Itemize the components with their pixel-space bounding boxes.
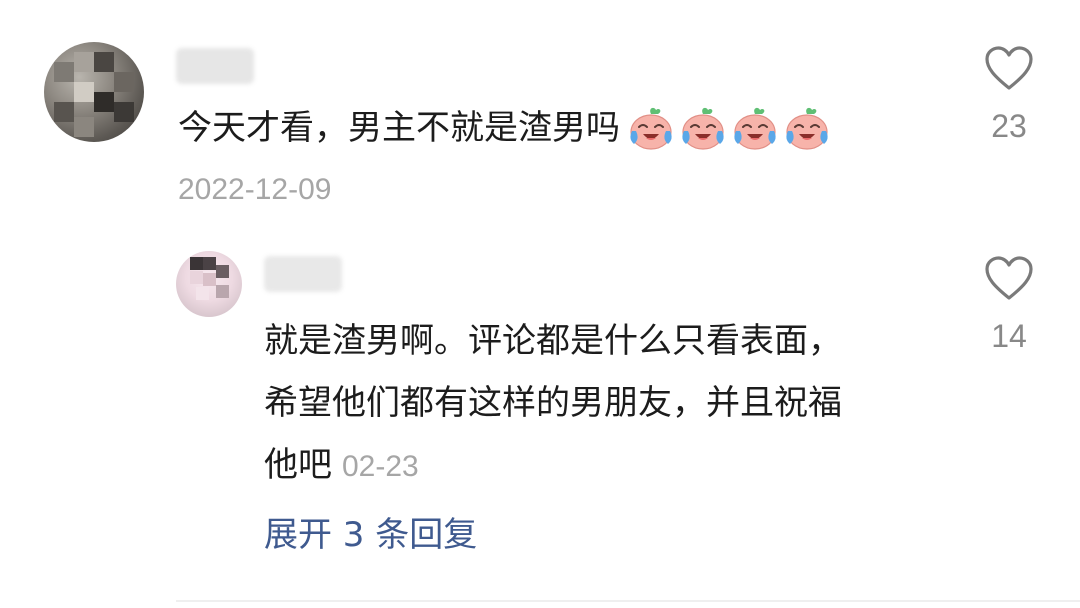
username-blurred[interactable] xyxy=(264,256,342,292)
avatar-pixel xyxy=(114,72,134,92)
avatar[interactable] xyxy=(176,251,242,317)
avatar[interactable] xyxy=(44,42,144,142)
crying-laughing-face-icon xyxy=(682,107,724,150)
heart-outline-icon[interactable] xyxy=(984,46,1034,92)
comment-date: 2022-12-09 xyxy=(178,173,332,206)
reply-line: 希望他们都有这样的男朋友，并且祝福 xyxy=(264,383,842,423)
avatar-pixel xyxy=(54,62,74,82)
reply-line: 就是渣男啊。评论都是什么只看表面， xyxy=(264,321,842,361)
like-count: 14 xyxy=(991,318,1027,354)
username-blurred[interactable] xyxy=(176,48,254,84)
heart-outline-icon[interactable] xyxy=(984,256,1034,302)
expand-replies-link[interactable]: 展开 3 条回复 xyxy=(264,512,477,558)
like-count: 23 xyxy=(991,108,1027,144)
avatar-pixel xyxy=(74,82,94,102)
crying-laughing-face-icon xyxy=(786,107,828,150)
avatar-pixel xyxy=(216,285,229,298)
avatar-pixel xyxy=(216,265,229,278)
avatar-pixel xyxy=(203,257,216,270)
reply-date: 02-23 xyxy=(342,450,419,483)
comment-body: 今天才看，男主不就是渣男吗 xyxy=(178,103,832,153)
avatar-pixel xyxy=(190,271,203,284)
avatar-pixel xyxy=(94,52,114,72)
avatar-pixel xyxy=(203,273,216,286)
avatar-pixel xyxy=(190,257,203,270)
crying-laughing-face-icon xyxy=(734,107,776,150)
reply-body: 就是渣男啊。评论都是什么只看表面， 希望他们都有这样的男朋友，并且祝福 他吧 02… xyxy=(264,310,944,498)
avatar-pixel xyxy=(54,102,74,122)
avatar-pixel xyxy=(114,102,134,122)
emoji-row xyxy=(624,105,832,151)
avatar-pixel xyxy=(74,52,94,72)
divider xyxy=(176,600,1080,602)
comment-text: 今天才看，男主不就是渣男吗 xyxy=(178,108,620,148)
crying-laughing-face-icon xyxy=(630,107,672,150)
reply-line-text: 他吧 xyxy=(264,445,332,485)
avatar-pixel xyxy=(94,92,114,112)
reply-line-last: 他吧 02-23 xyxy=(264,434,944,498)
avatar-pixel xyxy=(196,287,209,300)
avatar-pixel xyxy=(74,117,94,137)
